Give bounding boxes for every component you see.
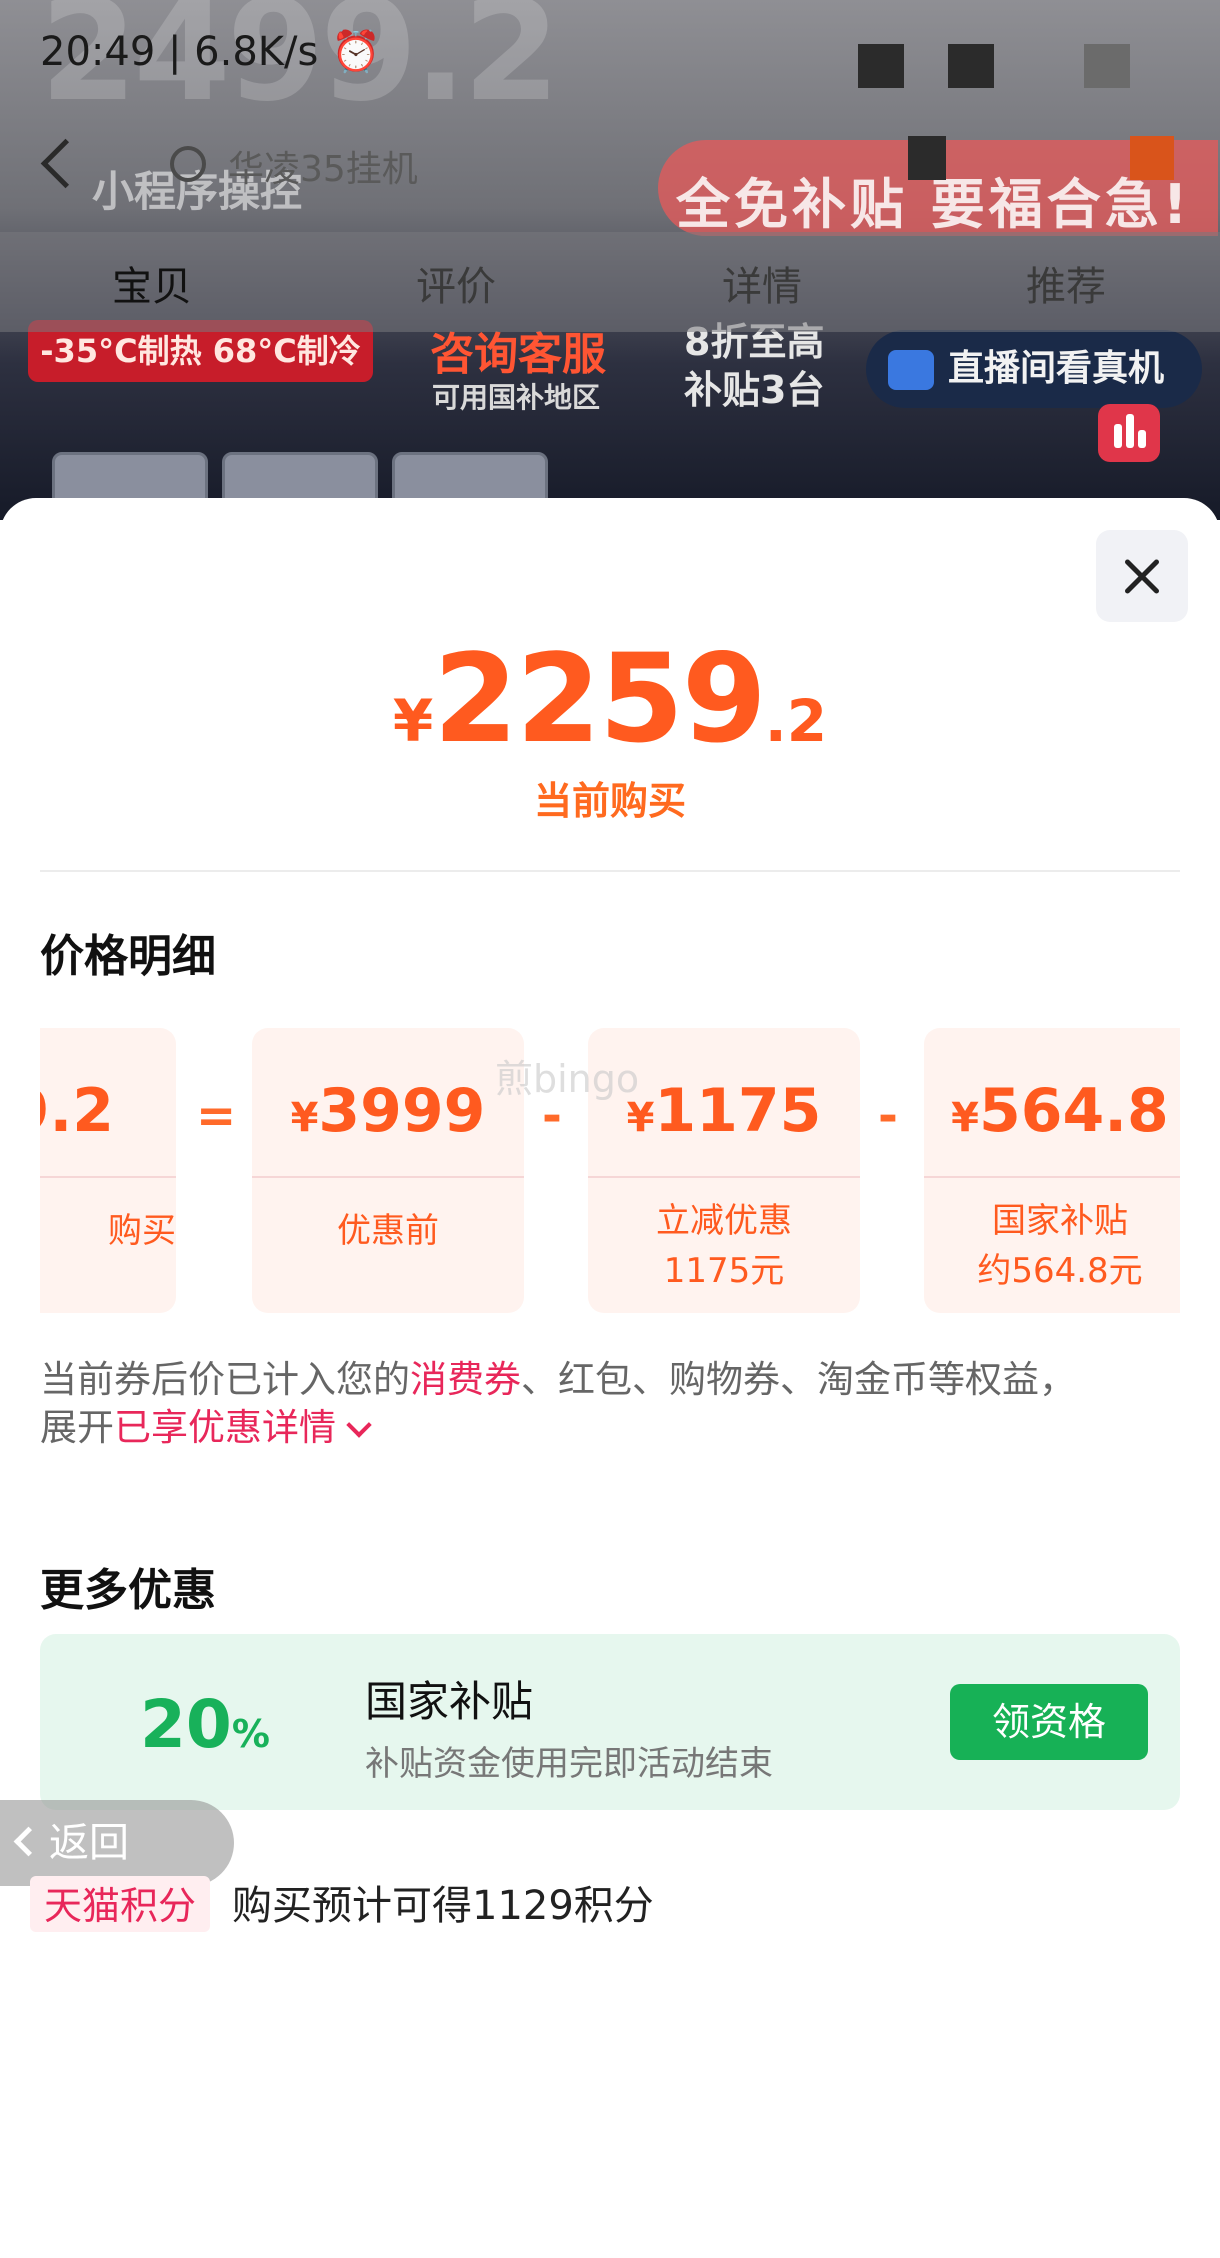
breakdown-card-national-subsidy: ¥564.8 国家补贴 约564.8元 bbox=[924, 1028, 1180, 1313]
national-subsidy-card: 20% 国家补贴 补贴资金使用完即活动结束 领资格 bbox=[40, 1634, 1180, 1810]
divider bbox=[40, 870, 1180, 872]
discount-note: 当前券后价已计入您的消费券、红包、购物券、淘金币等权益， 展开已享优惠详情 bbox=[40, 1358, 1076, 1449]
alarm-icon: ⏰ bbox=[331, 29, 381, 75]
current-price: ¥2259.2 bbox=[0, 628, 1220, 770]
subsidy-title: 国家补贴 bbox=[365, 1677, 534, 1726]
card-amount: 59.2 bbox=[40, 1076, 115, 1146]
tv-icon bbox=[888, 350, 934, 390]
watermark: 煎bingo bbox=[495, 1057, 640, 1101]
back-icon[interactable] bbox=[40, 138, 91, 189]
subsidy-percent: 20% bbox=[140, 1686, 270, 1763]
more-offers-title: 更多优惠 bbox=[40, 1565, 216, 1616]
breakdown-card-current: 59.2 购买 bbox=[40, 1028, 176, 1313]
discount-info: 8折至高 补贴3台 bbox=[684, 318, 824, 414]
chevron-down-icon[interactable] bbox=[346, 1412, 372, 1438]
consult-service-sub: 可用国补地区 bbox=[432, 381, 601, 414]
tab-reviews[interactable]: 评价 bbox=[416, 254, 496, 312]
search-icon[interactable] bbox=[170, 146, 206, 182]
tab-bar: 宝贝 评价 详情 推荐 bbox=[0, 232, 1220, 332]
card-label: 购买 bbox=[108, 1211, 176, 1251]
close-icon[interactable] bbox=[1096, 530, 1188, 622]
breakdown-card-original: ¥3999 优惠前 bbox=[252, 1028, 524, 1313]
operator-equals: = bbox=[196, 1088, 237, 1144]
currency-symbol: ¥ bbox=[392, 687, 434, 755]
current-price-label: 当前购买 bbox=[533, 779, 686, 823]
subsidy-subtitle: 补贴资金使用完即活动结束 bbox=[365, 1744, 773, 1784]
live-room-button: 直播间看真机 bbox=[866, 330, 1202, 408]
redacted-block bbox=[948, 44, 994, 88]
price-integer: 2259 bbox=[433, 628, 767, 770]
discount-details-toggle[interactable]: 已享优惠详情 bbox=[114, 1406, 336, 1449]
points-info: 购买预计可得1129积分 bbox=[232, 1883, 654, 1929]
card-label: 立减优惠 1175元 bbox=[656, 1201, 792, 1291]
price-decimal: .2 bbox=[764, 687, 828, 755]
operator-minus: - bbox=[878, 1088, 898, 1144]
redacted-block bbox=[858, 44, 904, 88]
consumer-coupon-link[interactable]: 消费券 bbox=[410, 1358, 521, 1401]
claim-qualification-button[interactable]: 领资格 bbox=[950, 1684, 1148, 1760]
live-room-label: 直播间看真机 bbox=[948, 348, 1165, 389]
card-amount: ¥3999 bbox=[290, 1076, 486, 1146]
tmall-points-tag: 天猫积分 bbox=[30, 1876, 211, 1932]
bars-icon bbox=[1098, 404, 1160, 462]
search-input[interactable]: 华凌35挂机 bbox=[228, 140, 418, 192]
discount-line-2: 补贴3台 bbox=[684, 368, 825, 412]
tab-baobei[interactable]: 宝贝 bbox=[112, 254, 192, 312]
status-time-speed: 20:49 | 6.8K/s bbox=[40, 29, 319, 75]
tab-recommend[interactable]: 推荐 bbox=[1026, 254, 1106, 312]
card-label: 优惠前 bbox=[337, 1211, 439, 1251]
status-bar: 20:49 | 6.8K/s ⏰ bbox=[40, 28, 381, 75]
card-amount: ¥564.8 bbox=[951, 1076, 1169, 1146]
redacted-block bbox=[1084, 44, 1130, 88]
top-nav: 华凌35挂机 bbox=[0, 112, 1220, 222]
return-button[interactable]: 返回 bbox=[0, 1800, 234, 1886]
price-detail-title: 价格明细 bbox=[40, 931, 216, 982]
return-label: 返回 bbox=[49, 1820, 129, 1866]
card-label: 国家补贴 约564.8元 bbox=[977, 1201, 1143, 1291]
chevron-left-icon bbox=[13, 1826, 44, 1857]
price-detail-sheet: ¥2259.2 当前购买 价格明细 59.2 购买 = ¥3999 优惠前 - … bbox=[0, 498, 1220, 2258]
tab-details[interactable]: 详情 bbox=[722, 254, 802, 312]
